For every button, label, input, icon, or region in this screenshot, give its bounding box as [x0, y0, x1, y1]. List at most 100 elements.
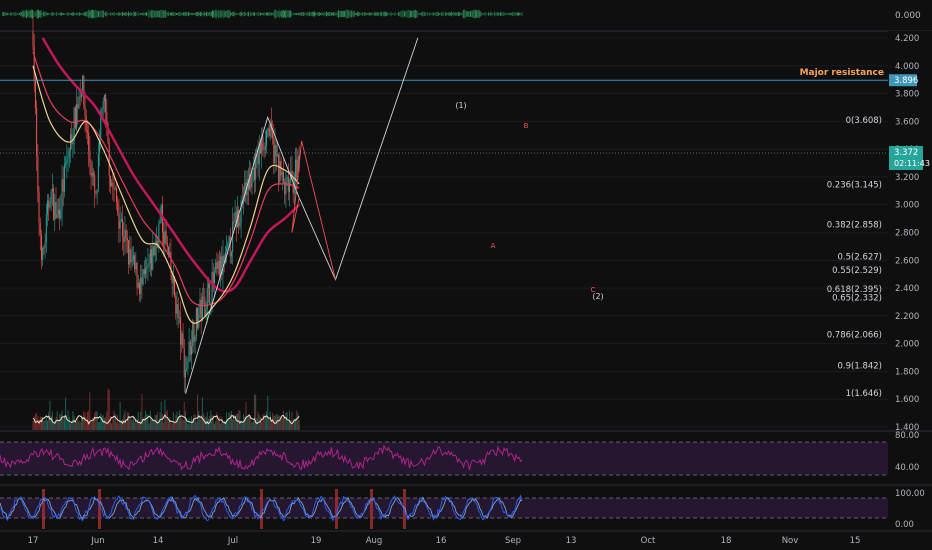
histogram-bar — [74, 13, 75, 15]
histogram-bar — [16, 12, 18, 16]
histogram-bar — [494, 11, 495, 17]
volume-bar — [222, 423, 224, 430]
histogram-bar — [434, 13, 435, 15]
volume-bar — [194, 414, 196, 430]
histogram-bar — [468, 11, 470, 17]
histogram-bar — [352, 11, 354, 17]
candle-body — [93, 172, 94, 175]
candle-body — [176, 304, 178, 314]
candle-body — [84, 105, 86, 117]
candle-body — [77, 104, 79, 109]
volume-bar — [292, 423, 294, 430]
histogram-bar — [476, 10, 477, 18]
volume-bar — [68, 416, 70, 430]
histogram-bar — [100, 10, 102, 18]
candle-body — [145, 268, 147, 275]
histogram-bar — [413, 10, 415, 18]
stoch-axis-upper: 100.00 — [895, 489, 925, 499]
histogram-bar — [204, 13, 206, 15]
histogram-bar — [326, 11, 327, 17]
histogram-bar — [188, 11, 189, 17]
histogram-bar — [70, 13, 72, 15]
candle-body — [147, 264, 149, 268]
histogram-bar — [350, 10, 351, 18]
histogram-bar — [149, 11, 151, 17]
histogram-bar — [269, 11, 271, 17]
candle-body — [51, 188, 53, 192]
histogram-bar — [478, 9, 480, 19]
volume-bar — [61, 410, 63, 430]
histogram-bar — [260, 12, 261, 16]
volume-bar — [297, 412, 299, 430]
histogram-bar — [117, 12, 119, 16]
histogram-bar — [354, 13, 356, 15]
candle-body — [134, 255, 136, 270]
histogram-bar — [366, 13, 368, 15]
histogram-bar — [147, 12, 149, 16]
histogram-bar — [87, 11, 89, 17]
histogram-bar — [377, 12, 379, 16]
price-tick-label: 4.200 — [895, 34, 919, 44]
histogram-bar — [21, 12, 23, 16]
price-axis[interactable]: 4.2004.0003.8003.6003.4003.2003.0002.800… — [888, 31, 932, 433]
histogram-bar — [317, 12, 319, 16]
histogram-bar — [495, 12, 497, 16]
histogram-bar — [28, 9, 30, 19]
volume-bar — [298, 420, 300, 430]
histogram-bar — [254, 12, 255, 16]
histogram-bar — [408, 10, 410, 18]
major-resistance-label: Major resistance — [800, 68, 884, 78]
stoch-cross-marker — [42, 489, 45, 529]
volume-bar — [187, 423, 189, 430]
volume-bar — [197, 394, 199, 430]
volume-bar — [40, 416, 42, 430]
histogram-bar — [444, 12, 446, 16]
histogram-bar — [45, 11, 47, 17]
histogram-bar — [417, 11, 419, 17]
histogram-bar — [293, 12, 295, 16]
chart-canvas[interactable]: 0.000 Major resistance (1) (2) A B C 0(3… — [0, 0, 932, 550]
top-panel-zero-label: 0.000 — [895, 11, 921, 21]
histogram-bar — [63, 13, 65, 15]
volume-bar — [85, 417, 87, 430]
histogram-bar — [137, 11, 139, 17]
histogram-bar — [513, 12, 515, 16]
time-tick-label: Nov — [782, 536, 799, 546]
histogram-bar — [99, 10, 101, 18]
candle-body — [54, 201, 56, 220]
histogram-bar — [386, 12, 387, 16]
histogram-bar — [348, 11, 350, 17]
candle-body — [268, 128, 270, 137]
candle-body — [124, 229, 126, 242]
histogram-bar — [41, 13, 43, 15]
histogram-bar — [371, 12, 373, 16]
histogram-bar — [315, 12, 317, 16]
histogram-bar — [479, 11, 481, 17]
volume-bar — [281, 417, 283, 430]
histogram-bar — [238, 13, 240, 15]
candle-body — [38, 191, 40, 223]
histogram-bar — [287, 10, 289, 18]
histogram-bar — [6, 12, 8, 16]
candle-body — [59, 209, 61, 219]
histogram-bar — [508, 12, 510, 16]
volume-bar — [207, 418, 209, 430]
candle-body — [73, 107, 75, 142]
histogram-bar — [148, 9, 150, 19]
volume-bar — [107, 388, 109, 430]
candle-body — [33, 46, 35, 80]
volume-bar — [108, 389, 110, 430]
histogram-bar — [441, 12, 443, 16]
candle-body — [189, 341, 191, 355]
candle-body — [295, 159, 297, 180]
candle-body — [180, 317, 182, 345]
fib-level-label: 1(1.646) — [846, 389, 882, 399]
volume-bar — [90, 422, 92, 430]
volume-bar — [174, 422, 176, 430]
candle-body — [78, 96, 80, 109]
volume-bar — [143, 416, 145, 430]
histogram-bar — [438, 13, 440, 15]
volume-bar — [131, 420, 133, 430]
histogram-bar — [58, 13, 60, 15]
histogram-bar — [71, 12, 73, 16]
